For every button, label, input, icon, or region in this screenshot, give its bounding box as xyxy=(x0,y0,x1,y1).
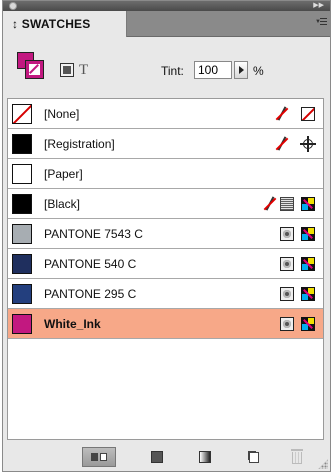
swatches-panel: ▶▶ ↕ SWATCHES ▼ T Tint: % [None] [Registr… xyxy=(2,0,331,472)
swatch-color-chip xyxy=(12,104,32,124)
tint-input[interactable] xyxy=(194,61,232,79)
tint-stepper-arrow-icon[interactable] xyxy=(234,61,248,79)
swatches-toolbar: T Tint: % xyxy=(3,37,330,85)
swatch-row[interactable]: PANTONE 7543 C xyxy=(8,219,323,249)
panel-bottom-bar xyxy=(3,441,330,471)
swatch-name: PANTONE 295 C xyxy=(44,287,137,301)
panel-titlebar[interactable]: ▶▶ xyxy=(3,1,330,11)
tab-swatches-label: ↕ SWATCHES xyxy=(12,17,90,31)
swatch-row[interactable]: [Black] xyxy=(8,189,323,219)
spot-color-icon xyxy=(280,317,294,331)
fill-stroke-widget[interactable] xyxy=(17,52,47,80)
cmyk-mode-icon xyxy=(301,317,315,331)
swatch-row[interactable]: PANTONE 295 C xyxy=(8,279,323,309)
delete-swatch-button[interactable] xyxy=(282,447,312,467)
collapse-icon[interactable]: ▶▶ xyxy=(313,2,324,10)
swatch-name: PANTONE 7543 C xyxy=(44,227,143,241)
process-color-icon xyxy=(280,197,294,211)
spot-color-icon xyxy=(280,287,294,301)
resize-grip-icon[interactable] xyxy=(318,459,328,469)
spot-color-icon xyxy=(280,227,294,241)
swatch-color-chip xyxy=(12,254,32,274)
panel-menu-icon[interactable]: ▼ xyxy=(315,18,327,28)
swatch-list[interactable]: [None] [Registration] [Paper] [Black] PANTON… xyxy=(7,98,324,440)
new-swatch-button[interactable] xyxy=(240,447,270,467)
swatch-name: White_Ink xyxy=(44,317,101,331)
not-editable-icon xyxy=(274,106,290,122)
tint-label: Tint: xyxy=(161,64,184,78)
swatch-name: [Black] xyxy=(44,197,81,211)
cmyk-mode-icon xyxy=(301,197,315,211)
show-color-swatches-button[interactable] xyxy=(143,447,173,467)
swatch-row[interactable]: [Paper] xyxy=(8,159,323,189)
tab-swatches[interactable]: ↕ SWATCHES xyxy=(3,11,127,37)
panel-menu-lines-icon xyxy=(320,18,327,26)
swatch-row[interactable]: White_Ink xyxy=(8,309,323,339)
swatch-color-chip xyxy=(12,194,32,214)
swatch-row[interactable]: [None] xyxy=(8,99,323,129)
registration-icon xyxy=(300,136,316,152)
tint-unit: % xyxy=(253,64,264,78)
swatch-color-chip xyxy=(12,314,32,334)
formatting-affects-container-icon[interactable] xyxy=(60,63,74,77)
swatch-row[interactable]: PANTONE 540 C xyxy=(8,249,323,279)
swatch-name: [Paper] xyxy=(44,167,83,181)
panel-tabbar: ↕ SWATCHES xyxy=(3,11,330,37)
stroke-swatch[interactable] xyxy=(25,60,44,79)
swatch-color-chip xyxy=(12,284,32,304)
registration-mark-part xyxy=(307,136,309,152)
not-editable-icon xyxy=(262,196,278,212)
show-all-swatches-button[interactable] xyxy=(82,447,116,467)
swatch-row[interactable]: [Registration] xyxy=(8,129,323,159)
spot-color-icon xyxy=(280,257,294,271)
not-editable-icon xyxy=(274,136,290,152)
tab-sort-arrow-icon: ↕ xyxy=(12,17,19,31)
swatch-name: [Registration] xyxy=(44,137,115,151)
cmyk-mode-icon xyxy=(301,287,315,301)
swatch-name: [None] xyxy=(44,107,80,121)
swatch-color-chip xyxy=(12,134,32,154)
tab-title: SWATCHES xyxy=(21,17,91,31)
show-gradient-swatches-button[interactable] xyxy=(191,447,221,467)
none-icon xyxy=(301,107,315,121)
formatting-affects-text-icon[interactable]: T xyxy=(79,62,88,79)
cmyk-mode-icon xyxy=(301,227,315,241)
cmyk-mode-icon xyxy=(301,257,315,271)
close-icon[interactable] xyxy=(9,2,17,10)
swatch-color-chip xyxy=(12,224,32,244)
swatch-color-chip xyxy=(12,164,32,184)
swatch-name: PANTONE 540 C xyxy=(44,257,137,271)
